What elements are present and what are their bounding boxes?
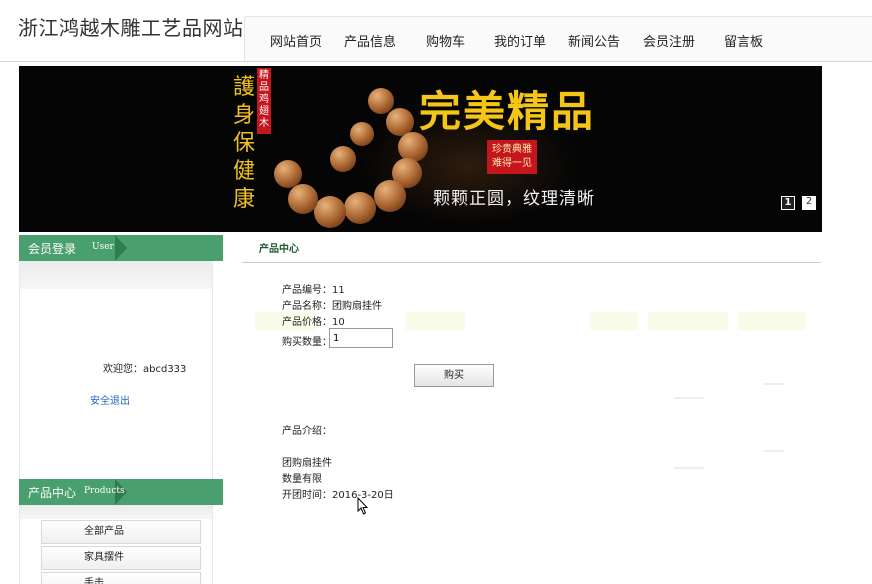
banner-title: 完美精品 — [419, 87, 596, 136]
background-artifact — [674, 397, 704, 399]
nav-home[interactable]: 网站首页 — [270, 31, 322, 50]
product-intro-line: 团购扇挂件 — [282, 458, 332, 469]
login-panel-title-en: User — [92, 242, 114, 252]
product-name-value: 团购扇挂件 — [332, 301, 382, 312]
nav-guestbook[interactable]: 留言板 — [724, 31, 763, 50]
section-divider — [242, 262, 821, 263]
background-artifact — [405, 312, 465, 330]
products-panel-title: 产品中心 — [28, 486, 77, 500]
product-price-label: 产品价格： — [282, 317, 332, 328]
welcome-text: 欢迎您：abcd333 — [103, 360, 186, 375]
slide-button-2[interactable]: 2 — [802, 196, 816, 210]
product-name-row: 产品名称：团购扇挂件 — [282, 297, 382, 312]
promo-banner[interactable]: 護身保健康 精品鸡翅木 完美精品 珍贵典雅 难得一见 颗颗正圆，纹理清晰 1 2 — [19, 66, 822, 232]
welcome-label: 欢迎您： — [103, 364, 143, 375]
header-divider — [0, 61, 872, 62]
product-intro-line: 开团时间：2016-3-20日 — [282, 490, 394, 501]
site-header: 浙江鸿越木雕工艺品网站 网站首页 产品信息 购物车 我的订单 新闻公告 会员注册… — [0, 0, 872, 62]
product-id-value: 11 — [332, 285, 345, 296]
login-panel: 欢迎您：abcd333 安全退出 — [19, 261, 213, 479]
background-artifact — [738, 312, 806, 330]
buy-button[interactable]: 购买 — [414, 364, 494, 387]
product-name-label: 产品名称： — [282, 301, 332, 312]
quantity-label: 购买数量： — [282, 337, 332, 348]
username: abcd333 — [143, 364, 187, 375]
banner-subtitle: 颗颗正圆，纹理清晰 — [433, 189, 595, 209]
background-artifact — [674, 467, 704, 469]
banner-seal: 珍贵典雅 难得一见 — [487, 140, 537, 174]
quantity-input[interactable] — [329, 328, 393, 348]
slide-button-1[interactable]: 1 — [781, 196, 795, 210]
nav-news[interactable]: 新闻公告 — [568, 31, 620, 50]
products-panel-header: 产品中心 Products — [19, 479, 223, 505]
product-price-row: 产品价格：10 — [282, 313, 345, 328]
main-nav: 网站首页 产品信息 购物车 我的订单 新闻公告 会员注册 留言板 — [244, 16, 872, 62]
banner-tag: 精品鸡翅木 — [257, 68, 271, 134]
login-panel-title: 会员登录 — [28, 242, 77, 256]
background-artifact — [590, 312, 638, 330]
mouse-cursor-icon — [357, 497, 369, 515]
nav-cart[interactable]: 购物车 — [426, 31, 465, 50]
category-hand-items[interactable]: 手击 — [41, 572, 201, 584]
product-id-row: 产品编号：11 — [282, 281, 345, 296]
background-artifact — [764, 383, 784, 385]
section-title: 产品中心 — [259, 244, 299, 255]
site-title: 浙江鸿越木雕工艺品网站 — [18, 16, 244, 40]
product-intro-line: 数量有限 — [282, 474, 322, 485]
nav-register[interactable]: 会员注册 — [643, 31, 695, 50]
logout-link[interactable]: 安全退出 — [90, 392, 130, 407]
banner-vertical-text: 護身保健康 — [232, 75, 255, 212]
product-id-label: 产品编号： — [282, 285, 332, 296]
product-price-value: 10 — [332, 317, 345, 328]
background-artifact — [764, 450, 784, 452]
products-panel-strip — [20, 505, 212, 519]
products-panel: 全部产品 家具摆件 手击 — [19, 505, 213, 584]
category-all-products[interactable]: 全部产品 — [41, 520, 201, 544]
nav-my-orders[interactable]: 我的订单 — [494, 31, 546, 50]
product-intro-label: 产品介绍： — [282, 426, 332, 437]
products-panel-title-en: Products — [84, 486, 125, 496]
background-artifact — [648, 312, 728, 330]
nav-products[interactable]: 产品信息 — [344, 31, 396, 50]
login-panel-strip — [20, 261, 212, 289]
header-arrow-icon — [115, 235, 127, 261]
login-panel-header: 会员登录 User — [19, 235, 223, 261]
category-furniture-ornaments[interactable]: 家具摆件 — [41, 546, 201, 570]
